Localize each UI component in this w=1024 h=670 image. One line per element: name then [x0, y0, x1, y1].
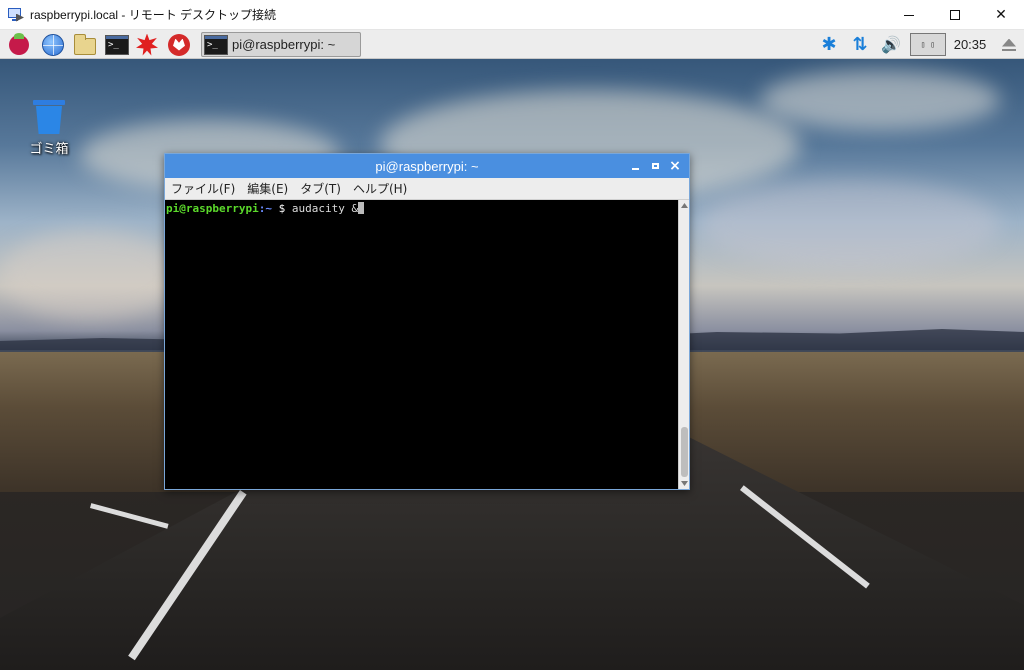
close-icon: × — [669, 158, 681, 174]
eject-icon — [1002, 39, 1016, 51]
taskbar-window-terminal[interactable]: >_ pi@raspberrypi: ~ — [201, 32, 361, 57]
clock[interactable]: 20:35 — [950, 30, 990, 59]
terminal-menu-bar: ファイル(F) 編集(E) タブ(T) ヘルプ(H) — [165, 178, 689, 200]
terminal-output[interactable]: pi@raspberrypi:~ $ audacity & — [165, 200, 679, 489]
mathematica-icon — [136, 33, 158, 56]
menu-button[interactable] — [6, 32, 32, 57]
scrollbar-thumb[interactable] — [681, 427, 688, 477]
terminal-icon: >_ — [204, 34, 228, 55]
menu-help[interactable]: ヘルプ(H) — [353, 180, 407, 197]
wolfram-launcher[interactable] — [166, 32, 192, 57]
bluetooth-tray[interactable]: ✱ — [818, 30, 840, 59]
prompt-user: pi@raspberrypi — [166, 202, 259, 215]
terminal-command: audacity & — [291, 202, 359, 215]
network-tray[interactable]: ⇅ — [848, 30, 872, 59]
rdp-title-bar[interactable]: raspberrypi.local - リモート デスクトップ接続 ✕ — [0, 0, 1024, 30]
cpu-monitor[interactable]: ▯ ▯ — [909, 30, 947, 59]
terminal-title: pi@raspberrypi: ~ — [375, 158, 479, 174]
raspberry-menu-icon — [9, 32, 29, 55]
menu-file[interactable]: ファイル(F) — [171, 180, 235, 197]
terminal-minimize-button[interactable] — [625, 154, 645, 178]
remote-desktop-icon — [8, 7, 24, 23]
rdp-window-controls: ✕ — [886, 0, 1024, 30]
clock-time: 20:35 — [953, 37, 987, 52]
bluetooth-icon: ✱ — [821, 34, 837, 55]
menu-edit[interactable]: 編集(E) — [247, 180, 288, 197]
web-browser-launcher[interactable] — [40, 32, 66, 57]
prompt-path: :~ — [258, 202, 279, 215]
scroll-down-arrow-icon[interactable] — [680, 479, 689, 488]
cpu-monitor-icon: ▯ ▯ — [910, 33, 946, 56]
network-icon: ⇅ — [852, 34, 868, 55]
terminal-window[interactable]: pi@raspberrypi: ~ × ファイル(F) 編集(E) タブ(T) … — [164, 153, 690, 490]
prompt-symbol: $ — [278, 202, 292, 215]
terminal-close-button[interactable]: × — [665, 154, 685, 178]
rdp-close-button[interactable]: ✕ — [978, 0, 1024, 30]
terminal-maximize-button[interactable] — [645, 154, 665, 178]
trash-label: ゴミ箱 — [29, 142, 69, 157]
volume-icon: 🔊 — [881, 35, 901, 54]
trash-icon — [33, 100, 65, 134]
file-manager-launcher[interactable] — [72, 32, 98, 57]
terminal-title-bar[interactable]: pi@raspberrypi: ~ × — [165, 154, 689, 178]
minimize-icon — [904, 14, 914, 16]
terminal-launcher[interactable]: >_ — [104, 32, 130, 57]
terminal-window-controls: × — [625, 154, 685, 178]
minimize-icon — [631, 167, 639, 170]
file-manager-icon — [74, 33, 96, 55]
trash-desktop-icon[interactable]: ゴミ箱 — [24, 100, 74, 157]
scroll-up-arrow-icon[interactable] — [680, 201, 689, 210]
maximize-icon — [950, 10, 960, 20]
text-cursor — [358, 202, 365, 214]
terminal-scrollbar[interactable] — [678, 200, 689, 489]
terminal-icon: >_ — [105, 34, 129, 55]
mathematica-launcher[interactable] — [134, 32, 160, 57]
close-icon: ✕ — [995, 7, 1007, 23]
wolfram-icon — [168, 33, 190, 56]
maximize-icon — [651, 163, 659, 169]
rdp-window-title: raspberrypi.local - リモート デスクトップ接続 — [30, 8, 277, 22]
volume-tray[interactable]: 🔊 — [878, 30, 904, 59]
web-browser-icon — [42, 33, 64, 56]
taskbar-window-label: pi@raspberrypi: ~ — [232, 37, 336, 52]
taskbar: >_ >_ pi@raspberrypi: ~ ✱ ⇅ 🔊 ▯ ▯ 20:35 — [0, 30, 1024, 59]
rdp-minimize-button[interactable] — [886, 0, 932, 30]
menu-tabs[interactable]: タブ(T) — [300, 180, 341, 197]
eject-tray[interactable] — [998, 30, 1020, 59]
rdp-maximize-button[interactable] — [932, 0, 978, 30]
